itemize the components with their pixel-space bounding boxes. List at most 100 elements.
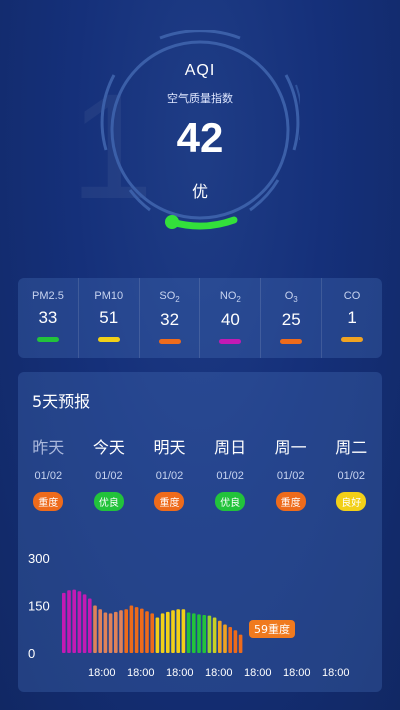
chart-bar [228, 627, 232, 653]
chart-bar [202, 615, 206, 653]
chart-bar [171, 610, 175, 653]
pollutant-name: CO [343, 290, 361, 302]
chart-bar [77, 591, 82, 653]
x-tick-label: 18:00 [88, 667, 116, 679]
aqi-title: AQI [184, 62, 216, 79]
x-tick-label: 18:00 [244, 667, 272, 679]
chart-bar [93, 605, 97, 653]
pollutant-subscript: 2 [175, 295, 180, 305]
pollutant-value: 33 [38, 308, 58, 327]
forecast-card: 5天预报 昨天 01/02 重度 今天 01/02 优良 明天 01/02 重度… [18, 372, 382, 692]
chart-bar [145, 611, 149, 653]
pollutant-name-text: SO [159, 290, 176, 302]
forecast-day-yesterday[interactable]: 昨天 01/02 重度 [18, 434, 79, 511]
chart-bar [103, 612, 108, 653]
x-tick-label: 18:00 [127, 667, 155, 679]
x-tick-label: 18:00 [322, 667, 350, 679]
aqi-level-badge: 重度 [275, 492, 306, 511]
forecast-day-today[interactable]: 今天 01/02 优良 [79, 434, 140, 511]
day-name: 周一 [274, 438, 307, 457]
pollutant-subscript: 3 [293, 295, 298, 305]
aqi-level-badge: 优良 [93, 492, 124, 511]
chart-bar [82, 594, 87, 653]
forecast-day-tuesday[interactable]: 周二 01/02 良好 [321, 434, 382, 511]
chart-bar [134, 607, 139, 653]
current-aqi-label: 59重度 [254, 622, 290, 636]
aqi-subtitle: 空气质量指数 [167, 92, 233, 105]
day-date: 01/02 [276, 470, 305, 482]
day-name: 明天 [153, 438, 186, 457]
chart-bar [181, 609, 186, 653]
pollutant-o3[interactable]: O3 25 [260, 278, 321, 358]
pollutant-name: NO2 [200, 290, 260, 304]
chart-bar [67, 590, 71, 653]
chart-bar [166, 611, 170, 653]
chart-bar [223, 624, 227, 653]
chart-bar [62, 592, 66, 653]
day-name: 周日 [214, 438, 247, 457]
pollutant-level-bar [341, 337, 364, 342]
x-tick-label: 18:00 [283, 667, 311, 679]
chart-bar [186, 612, 191, 653]
aqi-level-badge: 优良 [215, 492, 246, 511]
chart-bar [238, 634, 243, 653]
pollutant-value: 40 [220, 310, 240, 330]
aqi-gauge[interactable]: AQI 空气质量指数 42 优 [100, 30, 300, 235]
pollutant-co[interactable]: CO 1 [321, 278, 382, 358]
chart-bar [218, 620, 222, 653]
chart-bar [98, 609, 102, 653]
y-tick-label: 300 [28, 551, 50, 566]
chart-bar [233, 630, 238, 653]
aqi-value: 42 [176, 114, 224, 161]
y-tick-label: 0 [28, 646, 35, 661]
chart-bar [192, 613, 196, 653]
pollutant-name-text: O [284, 290, 294, 302]
chart-bar [129, 605, 134, 653]
pollutant-name: SO2 [140, 290, 200, 304]
pollutant-name: O3 [261, 290, 321, 304]
forecast-day-tomorrow[interactable]: 明天 01/02 重度 [139, 434, 200, 511]
pollutant-level-bar [219, 339, 242, 345]
pollutant-name: PM10 [94, 290, 124, 302]
pollutant-so2[interactable]: SO2 32 [138, 278, 200, 358]
pollutant-pm25[interactable]: PM2.5 33 [18, 278, 78, 358]
forecast-day-monday[interactable]: 周一 01/02 重度 [260, 434, 321, 511]
pollutant-card: PM2.5 33 PM10 51 SO2 32 NO2 40 O3 25 CO … [18, 278, 382, 358]
pollutant-value: 51 [99, 308, 119, 327]
chart-bar [119, 610, 123, 653]
forecast-days: 昨天 01/02 重度 今天 01/02 优良 明天 01/02 重度 周日 0… [18, 434, 382, 511]
y-tick-label: 150 [28, 599, 50, 614]
pollutant-name: PM2.5 [32, 290, 64, 302]
chart-bar [108, 613, 113, 653]
pollutant-level-bar [36, 337, 59, 342]
forecast-day-sunday[interactable]: 周日 01/02 优良 [200, 434, 261, 511]
aqi-level: 优 [191, 182, 208, 201]
pollutant-name-text: NO [219, 290, 237, 302]
aqi-level-badge: 重度 [154, 492, 185, 511]
chart-bar [197, 614, 201, 653]
pollutant-value: 25 [281, 310, 301, 330]
day-name: 昨天 [32, 438, 65, 457]
chart-bar [124, 609, 128, 653]
day-date: 01/02 [34, 470, 63, 482]
chart-bar [212, 617, 217, 653]
x-tick-label: 18:00 [205, 667, 233, 679]
chart-bar [160, 613, 165, 653]
pollutant-no2[interactable]: NO2 40 [199, 278, 260, 358]
day-date: 01/02 [216, 470, 244, 482]
pollutant-pm10[interactable]: PM10 51 [77, 278, 139, 358]
pollutant-value: 1 [347, 308, 357, 327]
chart-bar [140, 608, 144, 653]
chart-bar [207, 615, 212, 653]
pollutant-level-bar [280, 339, 303, 345]
hourly-aqi-chart[interactable]: 300 150 0 18:00 18:00 18:00 18:00 18:00 18:00 18:… [18, 542, 382, 687]
day-date: 01/02 [337, 470, 366, 482]
chart-bar [72, 589, 76, 653]
day-date: 01/02 [95, 470, 123, 482]
chart-bar [114, 611, 118, 653]
day-date: 01/02 [155, 470, 184, 482]
x-tick-label: 18:00 [166, 667, 194, 679]
chart-bar [150, 613, 154, 653]
pollutant-subscript: 2 [236, 295, 241, 305]
chart-bar [176, 609, 180, 653]
